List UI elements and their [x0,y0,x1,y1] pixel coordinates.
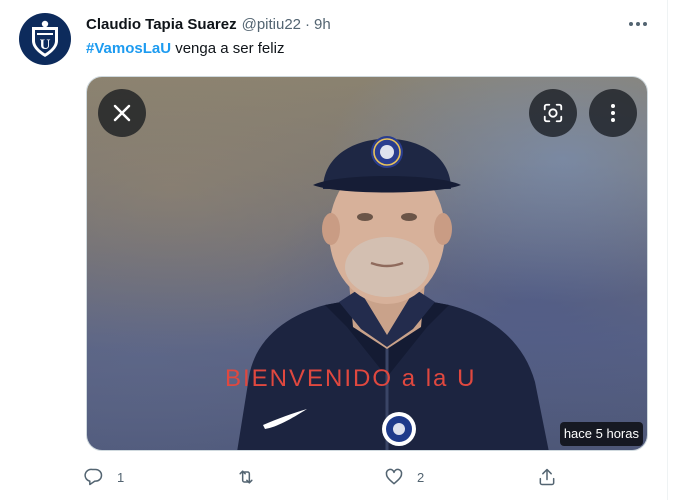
reply-count: 1 [117,469,125,485]
tweet-text: #VamosLaU venga a ser feliz [86,38,284,60]
column-divider [667,0,668,500]
retweet-icon [239,470,253,484]
like-icon [385,468,403,485]
author-handle[interactable]: @pitiu22 [242,16,301,33]
more-icon[interactable] [624,12,652,36]
close-icon[interactable] [98,89,146,137]
separator-dot: · [305,15,311,33]
share-button[interactable] [537,464,557,490]
reply-button[interactable]: 1 [84,464,124,490]
svg-text:U: U [40,37,51,53]
media-more-icon[interactable] [589,89,637,137]
reply-icon [84,468,103,486]
like-button[interactable]: 2 [384,464,424,490]
image-caption-text: BIENVENIDO a la U [225,365,477,392]
tweet-body: venga a ser feliz [171,40,285,57]
retweet-button[interactable] [236,464,269,490]
tweet-header: Claudio Tapia Suarez @pitiu22 · 9h [86,13,331,35]
like-count: 2 [417,469,425,485]
timestamp-badge: hace 5 horas [559,422,643,446]
tweet-time[interactable]: 9h [314,16,331,33]
club-crest-icon: U [32,20,58,57]
lens-icon[interactable] [529,89,577,137]
author-name[interactable]: Claudio Tapia Suarez [86,16,237,33]
avatar[interactable]: U [19,13,71,65]
share-icon [539,468,555,486]
tweet-media[interactable]: BIENVENIDO a la U hace 5 horas [86,76,648,451]
hashtag-link[interactable]: #VamosLaU [86,40,171,57]
